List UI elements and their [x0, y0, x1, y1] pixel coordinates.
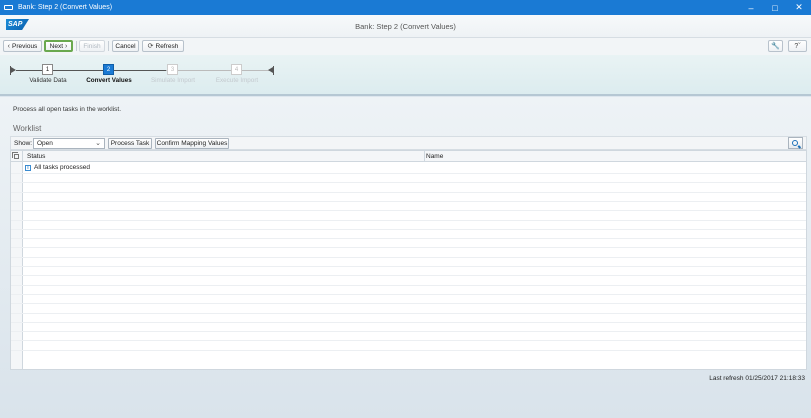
chevron-left-icon: ‹ — [7, 42, 11, 50]
table-row-separator — [11, 219, 806, 221]
refresh-label: Refresh — [155, 42, 179, 50]
refresh-icon: ⟳ — [147, 43, 154, 50]
column-header-status[interactable]: Status — [27, 153, 45, 160]
table-row-separator — [11, 238, 806, 240]
table-row-separator — [11, 284, 806, 286]
search-icon — [792, 139, 798, 146]
finish-label: Finish — [83, 42, 101, 50]
toolbar-divider — [108, 41, 109, 51]
window-titlebar: Bank: Step 2 (Convert Values) – □ ✕ — [0, 0, 811, 15]
table-row-separator — [11, 266, 806, 267]
table-row-separator — [11, 349, 806, 351]
cancel-button[interactable]: Cancel — [112, 40, 139, 52]
app-icon — [4, 5, 13, 10]
worklist-title: Worklist — [13, 124, 42, 133]
next-button[interactable]: Next › — [44, 40, 73, 52]
table-row-separator — [11, 293, 806, 295]
next-label: Next — [49, 42, 64, 50]
chevron-right-icon: › — [65, 42, 68, 50]
table-row-separator — [11, 182, 806, 184]
show-label: Show: — [14, 140, 33, 147]
process-task-button[interactable]: Process Task — [108, 138, 152, 149]
table-row-separator — [11, 210, 806, 212]
finish-button[interactable]: Finish — [79, 40, 105, 52]
table-row-separator — [11, 228, 806, 230]
wrench-icon: 🔧 — [771, 43, 780, 50]
info-icon: i — [25, 164, 31, 171]
tools-button[interactable]: 🔧 — [768, 40, 783, 52]
search-button[interactable] — [788, 137, 803, 149]
table-row-separator — [11, 275, 806, 277]
select-all-icon — [12, 152, 19, 159]
table-row-separator — [11, 340, 806, 342]
minimize-icon[interactable]: – — [739, 0, 763, 15]
step-4-label: Execute Import — [215, 77, 259, 84]
step-1-label[interactable]: Validate Data — [13, 77, 83, 84]
step-4-marker: 4 — [231, 64, 242, 75]
column-header-name[interactable]: Name — [426, 153, 443, 160]
show-filter-value: Open — [37, 140, 53, 147]
step-3-label: Simulate Import — [150, 77, 196, 84]
show-filter-select[interactable]: Open ⌄ — [33, 138, 105, 149]
table-row-separator — [11, 312, 806, 314]
column-divider[interactable] — [424, 151, 425, 162]
roadmap-end-icon — [268, 66, 274, 75]
step-2-label[interactable]: Convert Values — [74, 77, 144, 84]
worklist-toolbar: Show: Open ⌄ Process Task Confirm Mappin… — [10, 136, 807, 150]
step-2-marker[interactable]: 2 — [103, 64, 114, 75]
previous-label: Previous — [12, 42, 38, 50]
maximize-icon[interactable]: □ — [763, 0, 787, 15]
chevron-down-icon: ⌄ — [95, 140, 101, 147]
confirm-mapping-values-button[interactable]: Confirm Mapping Values — [155, 138, 229, 149]
status-cell: All tasks processed — [34, 164, 90, 171]
last-refresh-timestamp: Last refresh 01/25/2017 21:18:33 — [709, 375, 805, 382]
window-title: Bank: Step 2 (Convert Values) — [18, 4, 113, 11]
table-row-separator — [11, 331, 806, 333]
help-icon: ?ˇ — [794, 42, 801, 50]
roadmap-line — [16, 70, 166, 71]
close-icon[interactable]: ✕ — [787, 0, 811, 15]
page-title: Bank: Step 2 (Convert Values) — [355, 22, 456, 31]
instruction-text: Process all open tasks in the worklist. — [13, 106, 122, 113]
help-button[interactable]: ?ˇ — [788, 40, 807, 52]
table-row-separator — [11, 200, 806, 202]
table-row-separator — [11, 173, 806, 174]
refresh-button[interactable]: ⟳ Refresh — [142, 40, 184, 52]
step-1-marker[interactable]: 1 — [42, 64, 53, 75]
table-header: Status Name — [11, 151, 806, 162]
table-row[interactable]: i All tasks processed — [25, 164, 90, 171]
main-content: Process all open tasks in the worklist. … — [0, 97, 811, 418]
roadmap: 1 Validate Data 2 Convert Values 3 Simul… — [0, 55, 811, 96]
table-row-separator — [11, 191, 806, 193]
previous-button[interactable]: ‹ Previous — [3, 40, 42, 52]
cancel-label: Cancel — [115, 42, 136, 50]
table-row-separator — [11, 256, 806, 258]
roadmap-line-future — [166, 70, 270, 71]
app-header: SAP Bank: Step 2 (Convert Values) — [0, 15, 811, 38]
table-row-separator — [11, 303, 806, 305]
select-all-button[interactable] — [11, 151, 23, 162]
window-controls: – □ ✕ — [739, 0, 811, 15]
worklist-table: Status Name i All tasks processed — [10, 150, 807, 370]
toolbar-divider — [76, 41, 77, 51]
table-row-separator — [11, 321, 806, 323]
wizard-toolbar: ‹ Previous Next › Finish Cancel ⟳ Refres… — [0, 38, 811, 55]
step-3-marker: 3 — [167, 64, 178, 75]
table-row-separator — [11, 247, 806, 249]
